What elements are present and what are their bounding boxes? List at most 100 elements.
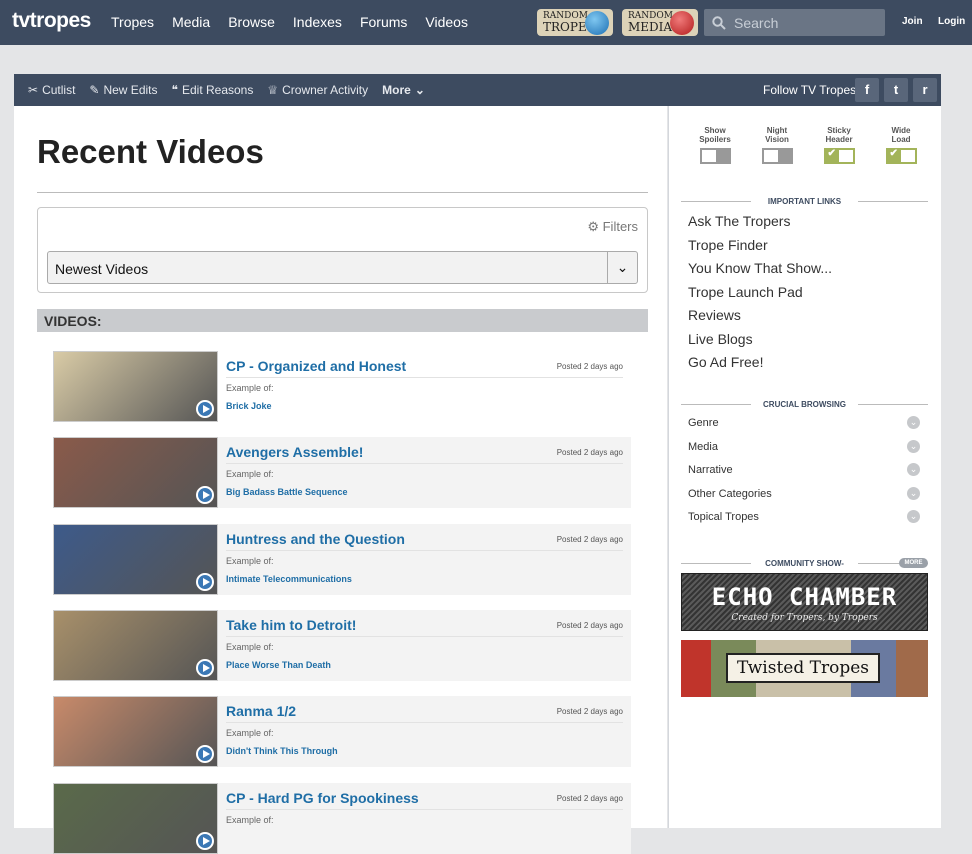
play-icon[interactable]: [196, 573, 214, 591]
video-thumbnail[interactable]: [53, 610, 218, 681]
new-edits-link[interactable]: ✎ New Edits: [89, 83, 157, 97]
toggle-switch[interactable]: [761, 148, 793, 164]
video-row[interactable]: Take him to Detroit! Posted 2 days ago Exa…: [53, 610, 631, 681]
cutlist-link[interactable]: ✂ Cutlist: [28, 83, 75, 97]
trope-link[interactable]: Place Worse Than Death: [226, 660, 331, 670]
trope-link[interactable]: Big Badass Battle Sequence: [226, 487, 348, 497]
crucial-browsing-item[interactable]: Genre ⌄: [688, 416, 920, 429]
more-menu[interactable]: More ⌄: [382, 83, 425, 97]
video-row[interactable]: Ranma 1/2 Posted 2 days ago Example of: Did…: [53, 696, 631, 767]
site-logo[interactable]: tvtropes: [12, 9, 91, 33]
posted-time: Posted 2 days ago: [556, 535, 623, 544]
filters-button[interactable]: ⚙ Filters: [587, 219, 638, 235]
nav-videos[interactable]: Videos: [425, 14, 468, 30]
video-thumbnail[interactable]: [53, 524, 218, 595]
video-thumbnail[interactable]: [53, 696, 218, 767]
play-icon[interactable]: [196, 486, 214, 504]
nav-indexes[interactable]: Indexes: [293, 14, 342, 30]
sidebar: Show Spoilers Night Vision Sticky Header ✔ Wide…: [668, 106, 941, 828]
toggle-label-line2: Header: [825, 135, 853, 144]
important-link[interactable]: Reviews: [688, 307, 741, 323]
nav-forums[interactable]: Forums: [360, 14, 407, 30]
twitter-icon[interactable]: t: [884, 78, 908, 102]
posted-time: Posted 2 days ago: [556, 448, 623, 457]
trope-link[interactable]: Intimate Telecommunications: [226, 574, 352, 584]
search-input[interactable]: Search: [704, 9, 885, 36]
toggle-switch[interactable]: ✔: [823, 148, 855, 164]
important-link[interactable]: Trope Finder: [688, 237, 768, 253]
title-divider: [37, 192, 648, 193]
video-thumbnail[interactable]: [53, 783, 218, 854]
crucial-browsing-item[interactable]: Topical Tropes ⌄: [688, 510, 920, 523]
video-title[interactable]: CP - Hard PG for Spookiness: [226, 790, 419, 806]
edit-reasons-link[interactable]: ❝ Edit Reasons: [172, 83, 254, 97]
nav-browse[interactable]: Browse: [228, 14, 275, 30]
toggle-switch[interactable]: ✔: [885, 148, 917, 164]
video-thumbnail[interactable]: [53, 351, 218, 422]
chevron-down-icon[interactable]: ⌄: [907, 510, 920, 523]
example-of-label: Example of:: [226, 815, 274, 825]
toggle-sticky-header[interactable]: Sticky Header ✔: [817, 126, 861, 164]
crucial-label: Media: [688, 441, 718, 453]
toggle-wide-load[interactable]: Wide Load ✔: [879, 126, 923, 164]
example-of-label: Example of:: [226, 556, 274, 566]
important-link[interactable]: Trope Launch Pad: [688, 284, 803, 300]
toggle-label-line2: Spoilers: [699, 135, 731, 144]
video-row[interactable]: Avengers Assemble! Posted 2 days ago Examp…: [53, 437, 631, 508]
facebook-icon[interactable]: f: [855, 78, 879, 102]
play-icon[interactable]: [196, 745, 214, 763]
example-of-label: Example of:: [226, 642, 274, 652]
reddit-icon[interactable]: r: [913, 78, 937, 102]
trope-link[interactable]: Didn't Think This Through: [226, 746, 338, 756]
twisted-tropes-banner[interactable]: Twisted Tropes: [681, 640, 928, 697]
more-badge[interactable]: MORE: [899, 558, 928, 568]
play-icon[interactable]: [196, 832, 214, 850]
chevron-down-icon: ⌄: [607, 252, 637, 283]
important-link[interactable]: You Know That Show...: [688, 260, 832, 276]
play-icon[interactable]: [196, 400, 214, 418]
trope-link[interactable]: Brick Joke: [226, 401, 272, 411]
video-title[interactable]: Ranma 1/2: [226, 703, 296, 719]
chevron-down-icon[interactable]: ⌄: [907, 487, 920, 500]
crucial-browsing-item[interactable]: Other Categories ⌄: [688, 487, 920, 500]
join-link[interactable]: Join: [902, 16, 923, 27]
video-title[interactable]: CP - Organized and Honest: [226, 358, 406, 374]
crown-icon: ♕: [267, 83, 279, 97]
play-icon[interactable]: [196, 659, 214, 677]
scissors-icon: ✂: [28, 83, 39, 97]
important-link[interactable]: Ask The Tropers: [688, 213, 790, 229]
video-title[interactable]: Take him to Detroit!: [226, 617, 356, 633]
videos-header: VIDEOS:: [37, 309, 648, 332]
random-trope-button[interactable]: RANDOM TROPE: [537, 9, 613, 36]
crowner-activity-label: Crowner Activity: [282, 83, 369, 97]
example-of-label: Example of:: [226, 469, 274, 479]
toggle-knob: [900, 150, 915, 162]
important-link[interactable]: Live Blogs: [688, 331, 753, 347]
toggle-switch[interactable]: [699, 148, 731, 164]
nav-tropes[interactable]: Tropes: [111, 14, 154, 30]
chevron-down-icon[interactable]: ⌄: [907, 440, 920, 453]
toggle-night-vision[interactable]: Night Vision: [755, 126, 799, 164]
crucial-browsing-item[interactable]: Media ⌄: [688, 440, 920, 453]
crucial-browsing-item[interactable]: Narrative ⌄: [688, 463, 920, 476]
video-thumbnail[interactable]: [53, 437, 218, 508]
crowner-activity-link[interactable]: ♕ Crowner Activity: [267, 83, 368, 97]
video-title[interactable]: Avengers Assemble!: [226, 444, 363, 460]
video-row[interactable]: CP - Organized and Honest Posted 2 days a…: [53, 351, 631, 422]
echo-chamber-banner[interactable]: ECHO CHAMBER Created for Tropers, by Tro…: [681, 573, 928, 631]
video-title[interactable]: Huntress and the Question: [226, 531, 405, 547]
nav-media[interactable]: Media: [172, 14, 210, 30]
random-media-button[interactable]: RANDOM MEDIA: [622, 9, 698, 36]
chevron-down-icon[interactable]: ⌄: [907, 463, 920, 476]
crucial-label: Narrative: [688, 464, 733, 476]
sort-select[interactable]: Newest Videos ⌄: [47, 251, 638, 284]
toggle-show-spoilers[interactable]: Show Spoilers: [693, 126, 737, 164]
video-row[interactable]: Huntress and the Question Posted 2 days a…: [53, 524, 631, 595]
main-content: Recent Videos ⚙ Filters Newest Videos ⌄ …: [14, 106, 667, 854]
important-link[interactable]: Go Ad Free!: [688, 354, 763, 370]
gears-icon: ⚙: [587, 219, 603, 234]
video-row[interactable]: CP - Hard PG for Spookiness Posted 2 days…: [53, 783, 631, 854]
chevron-down-icon[interactable]: ⌄: [907, 416, 920, 429]
red-ball-icon: [670, 11, 694, 35]
login-link[interactable]: Login: [938, 16, 965, 27]
